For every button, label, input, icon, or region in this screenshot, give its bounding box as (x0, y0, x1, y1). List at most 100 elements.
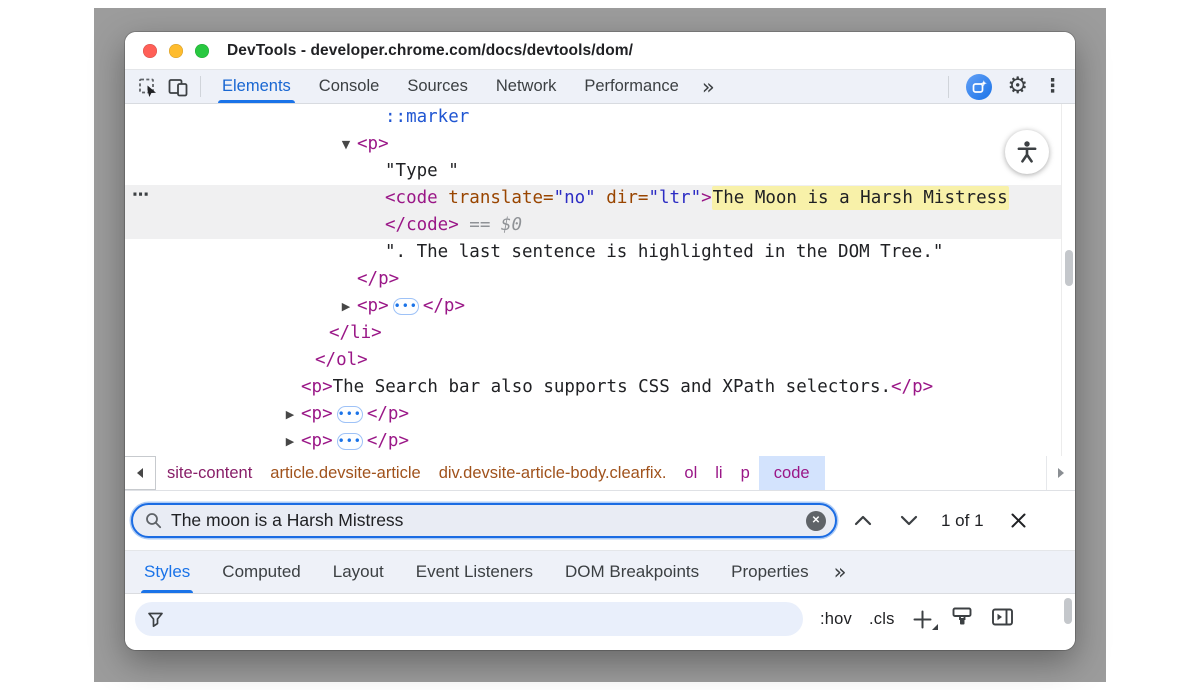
window-titlebar: DevTools - developer.chrome.com/docs/dev… (125, 32, 1075, 70)
settings-gear-icon[interactable]: ⚙ (1007, 75, 1028, 98)
match-count-label: 1 of 1 (941, 511, 984, 531)
dom-token-tag: </ol> (315, 350, 368, 370)
paint-brush-icon (951, 606, 974, 627)
row-more-icon[interactable]: ⋯ (132, 182, 150, 209)
close-icon (1010, 512, 1027, 529)
dom-token-val: "ltr" (648, 188, 701, 208)
devtools-window: DevTools - developer.chrome.com/docs/dev… (125, 32, 1075, 650)
dom-tree-row[interactable]: <p>The Search bar also supports CSS and … (125, 374, 1075, 401)
sidebar-tab-computed[interactable]: Computed (206, 551, 316, 593)
dom-token-pseudo: ::marker (385, 107, 469, 127)
dom-token-tag: > (701, 188, 712, 208)
inspect-element-icon[interactable] (133, 70, 163, 103)
tab-network[interactable]: Network (482, 70, 571, 103)
sidebar-tab-styles[interactable]: Styles (128, 551, 206, 593)
dom-token-attr: dir= (606, 188, 648, 208)
dom-tree-panel: ::marker▼<p>"Type "⋯<code translate="no"… (125, 104, 1075, 456)
clear-search-icon[interactable]: ✕ (806, 511, 826, 531)
search-input[interactable] (171, 510, 797, 531)
next-match-button[interactable] (889, 505, 929, 537)
dom-token-tag: </p> (891, 377, 933, 397)
breadcrumb-item-p[interactable]: p (732, 456, 759, 490)
sidebar-tab-dom-breakpoints[interactable]: DOM Breakpoints (549, 551, 715, 593)
dom-tree-row[interactable]: ". The last sentence is highlighted in t… (125, 239, 1075, 266)
panel-tabs: ElementsConsoleSourcesNetworkPerformance (208, 70, 693, 103)
toggle-class-button[interactable]: .cls (869, 610, 895, 629)
breadcrumb-item-code[interactable]: code (759, 456, 825, 490)
inline-expand-button[interactable]: ••• (337, 406, 363, 423)
rendering-emulation-button[interactable] (951, 606, 974, 632)
new-style-rule-button[interactable] (912, 608, 934, 630)
tab-performance[interactable]: Performance (570, 70, 692, 103)
dom-token-meta: == (459, 215, 501, 235)
previous-match-button[interactable] (843, 505, 883, 537)
filter-input[interactable] (172, 610, 791, 628)
window-title: DevTools - developer.chrome.com/docs/dev… (227, 42, 633, 60)
scrollbar-thumb[interactable] (1065, 250, 1073, 286)
minimize-window-button[interactable] (169, 44, 183, 58)
sidebar-tab-event-listeners[interactable]: Event Listeners (400, 551, 549, 593)
breadcrumb-item-site-content[interactable]: site-content (158, 456, 261, 490)
dom-tree-row[interactable]: </p> (125, 266, 1075, 293)
styles-tab-list: StylesComputedLayoutEvent ListenersDOM B… (128, 551, 825, 593)
expander-right-icon[interactable]: ▶ (337, 293, 355, 320)
zoom-window-button[interactable] (195, 44, 209, 58)
search-icon (145, 512, 162, 529)
dom-tree-row[interactable]: ▶<p>•••</p> (125, 401, 1075, 428)
breadcrumb-item-div-devsite-article-body-clearfix-[interactable]: div.devsite-article-body.clearfix. (430, 456, 676, 490)
dom-tree-row[interactable]: ▶<p>•••</p> (125, 293, 1075, 320)
dom-token-val: "no" (554, 188, 596, 208)
close-search-button[interactable] (1002, 505, 1036, 537)
breadcrumb-item-ol[interactable]: ol (675, 456, 706, 490)
inline-expand-button[interactable]: ••• (337, 433, 363, 450)
dom-token-tag: </p> (367, 404, 409, 424)
dom-tree-row[interactable]: ⋯<code translate="no" dir="ltr">The Moon… (125, 185, 1075, 212)
more-menu-icon[interactable]: ⋮ (1043, 77, 1062, 96)
ai-assistance-icon[interactable] (966, 74, 992, 100)
search-field: ✕ (131, 503, 837, 538)
dom-tree-scrollbar[interactable] (1061, 104, 1075, 456)
expander-down-icon[interactable]: ▼ (337, 131, 355, 158)
tab-elements[interactable]: Elements (208, 70, 305, 103)
dom-tree-row[interactable]: </li> (125, 320, 1075, 347)
toolbar-divider (200, 76, 201, 97)
toggle-sidebar-button[interactable] (991, 607, 1014, 632)
sidebar-tabs: StylesComputedLayoutEvent ListenersDOM B… (125, 551, 1075, 594)
accessibility-icon (1014, 139, 1040, 165)
dom-tree: ::marker▼<p>"Type "⋯<code translate="no"… (125, 104, 1075, 455)
toolbar-divider (948, 76, 949, 98)
dom-tree-row[interactable]: "Type " (125, 158, 1075, 185)
expander-right-icon[interactable]: ▶ (281, 401, 299, 428)
tab-sources[interactable]: Sources (393, 70, 482, 103)
inline-expand-button[interactable]: ••• (393, 298, 419, 315)
sidebar-tab-properties[interactable]: Properties (715, 551, 824, 593)
dom-tree-row[interactable]: ::marker (125, 104, 1075, 131)
more-tabs-button[interactable]: » (693, 70, 724, 103)
accessibility-shortcut-button[interactable] (1005, 130, 1049, 174)
dom-tree-row[interactable]: </code> == $0 (125, 212, 1075, 239)
sidebar-tab-layout[interactable]: Layout (317, 551, 400, 593)
dom-token-text: The Search bar also supports CSS and XPa… (333, 377, 891, 397)
breadcrumb-forward-icon (1058, 468, 1064, 478)
style-filter-field (135, 602, 803, 636)
device-toolbar-icon[interactable] (163, 70, 193, 103)
dom-tree-row[interactable]: ▼<p> (125, 131, 1075, 158)
toggle-element-state-button[interactable]: :hov (820, 610, 852, 629)
dom-tree-row[interactable]: ▶<p>•••</p> (125, 428, 1075, 455)
plus-icon (913, 610, 932, 629)
window-controls (143, 44, 209, 58)
dom-token-tag: <code (385, 188, 448, 208)
expander-right-icon[interactable]: ▶ (281, 428, 299, 455)
dom-token-tag: </p> (367, 431, 409, 451)
close-window-button[interactable] (143, 44, 157, 58)
breadcrumb-item-article-devsite-article[interactable]: article.devsite-article (261, 456, 429, 490)
dom-token-tag: </p> (357, 269, 399, 289)
breadcrumb-forward-button[interactable] (1046, 456, 1075, 490)
breadcrumb-bar: site-contentarticle.devsite-articlediv.d… (125, 456, 1075, 491)
breadcrumb-item-li[interactable]: li (706, 456, 731, 490)
more-sidebar-tabs-button[interactable]: » (825, 551, 856, 593)
tab-console[interactable]: Console (305, 70, 394, 103)
dom-tree-row[interactable]: </ol> (125, 347, 1075, 374)
breadcrumb-back-button[interactable] (125, 456, 156, 490)
sidebar-scrollbar-thumb[interactable] (1064, 598, 1072, 624)
